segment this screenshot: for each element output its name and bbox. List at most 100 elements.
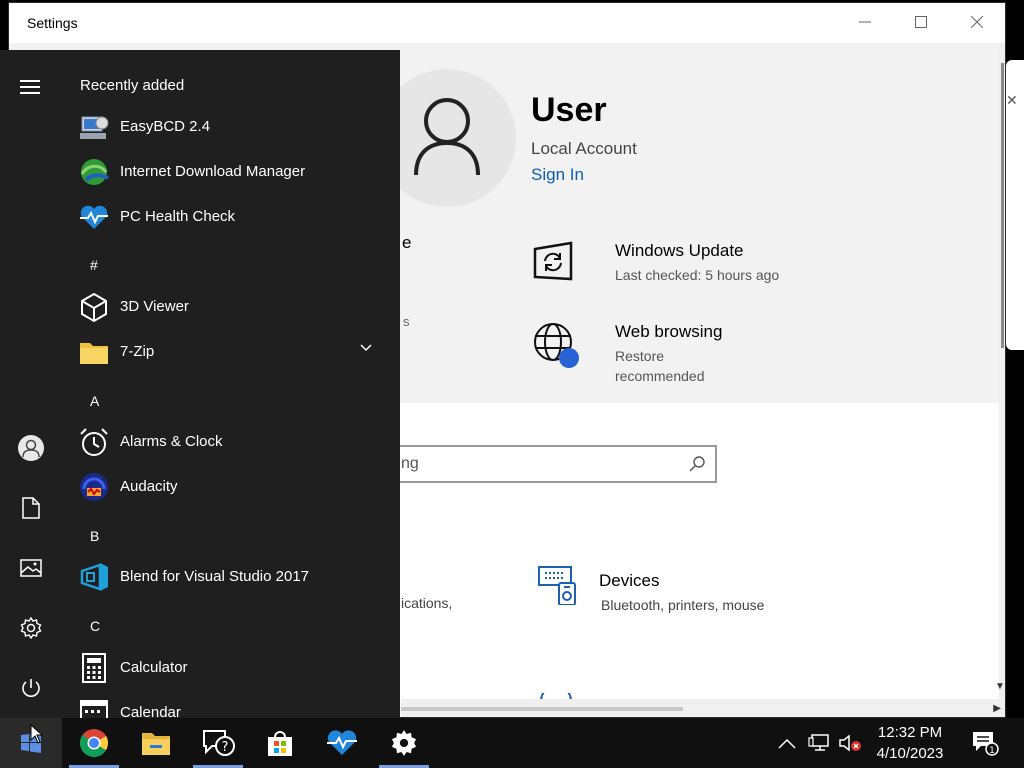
sign-in-link[interactable]: Sign In <box>531 165 584 185</box>
folder-icon <box>80 343 108 364</box>
minimize-icon <box>859 21 871 23</box>
app-calculator[interactable]: Calculator <box>78 648 388 688</box>
document-icon <box>22 497 40 519</box>
vertical-scroll-thumb[interactable] <box>1001 63 1004 348</box>
settings-button[interactable] <box>16 613 46 643</box>
app-label: Audacity <box>120 478 178 495</box>
clock-date: 4/10/2023 <box>876 745 944 762</box>
app-label: EasyBCD 2.4 <box>120 118 211 135</box>
app-internet-download-manager[interactable]: Internet Download Manager <box>78 152 388 192</box>
user-name: User <box>531 91 607 129</box>
svg-text:?: ? <box>222 740 229 755</box>
network-icon[interactable] <box>808 734 830 752</box>
devices-sub: Bluetooth, printers, mouse <box>601 597 765 613</box>
app-calendar[interactable]: Calendar <box>78 693 388 718</box>
app-pc-health-check[interactable]: PC Health Check <box>78 197 388 237</box>
partial-text-e: e <box>402 233 412 252</box>
app-3d-viewer[interactable]: 3D Viewer <box>78 287 388 327</box>
taskbar-settings[interactable] <box>375 718 433 768</box>
taskbar-clock[interactable]: 12:32 PM 4/10/2023 <box>862 722 958 764</box>
mouse-cursor-icon <box>30 724 44 744</box>
account-button[interactable] <box>16 433 46 463</box>
maximize-icon <box>915 16 927 28</box>
close-icon <box>970 15 984 29</box>
app-label: Alarms & Clock <box>120 433 223 450</box>
minimize-button[interactable] <box>837 3 893 43</box>
account-type: Local Account <box>531 139 637 158</box>
chrome-icon <box>80 729 108 757</box>
taskbar-get-help[interactable]: ? <box>189 718 247 768</box>
title-bar[interactable]: Settings <box>9 3 1005 43</box>
clock-time: 12:32 PM <box>877 724 943 741</box>
close-icon: ✕ <box>1006 92 1018 108</box>
windows-update-icon <box>533 241 573 281</box>
web-browsing-heading: Web browsing <box>615 322 723 341</box>
blend-icon <box>80 563 108 591</box>
app-easybcd[interactable]: EasyBCD 2.4 <box>78 107 388 147</box>
gear-icon <box>20 617 42 639</box>
start-rail <box>0 50 62 718</box>
calculator-icon <box>82 653 106 683</box>
taskbar: ? 12:32 PM 4/10/2023 1 <box>0 718 1024 768</box>
taskbar-pc-health-check[interactable] <box>313 718 371 768</box>
settings-search-box[interactable] <box>389 445 717 483</box>
app-label: 7-Zip <box>120 343 155 360</box>
search-icon <box>689 456 705 472</box>
app-label: Calendar <box>120 704 181 718</box>
close-button[interactable] <box>949 3 1005 43</box>
horizontal-scroll-thumb[interactable] <box>401 707 683 711</box>
recently-added-heading: Recently added <box>80 77 185 94</box>
vertical-scrollbar[interactable] <box>999 43 1005 699</box>
pictures-button[interactable] <box>16 553 46 583</box>
notification-count: 1 <box>989 746 995 756</box>
background-window-edge: ✕ <box>1006 0 1024 718</box>
web-browsing-sub: Restore recommended <box>615 348 705 384</box>
pc-health-check-icon <box>80 205 108 229</box>
microsoft-store-icon <box>268 731 292 756</box>
chevron-down-icon <box>360 344 372 352</box>
devices-icon <box>538 566 576 606</box>
windows-update-heading: Windows Update <box>615 241 744 260</box>
avatar <box>18 435 44 461</box>
app-audacity[interactable]: Audacity <box>78 467 388 507</box>
file-explorer-icon <box>142 733 170 755</box>
action-center-button[interactable]: 1 <box>960 718 1010 768</box>
scroll-right-arrow[interactable]: ▶ <box>993 703 1001 714</box>
taskbar-file-explorer[interactable] <box>127 718 185 768</box>
letter-header-b[interactable]: B <box>90 528 99 544</box>
cube-icon <box>81 292 107 323</box>
alarm-clock-icon <box>80 428 108 456</box>
settings-gear-icon <box>391 730 417 756</box>
app-blend-for-visual-studio[interactable]: Blend for Visual Studio 2017 <box>78 557 388 597</box>
get-help-icon: ? <box>203 730 235 756</box>
system-tray <box>778 718 862 768</box>
hamburger-menu-icon[interactable] <box>20 80 40 98</box>
notification-icon: 1 <box>973 732 999 756</box>
app-7-zip[interactable]: 7-Zip <box>78 332 388 372</box>
partial-text-applications: ications, <box>401 595 453 611</box>
pc-health-check-icon <box>327 730 357 755</box>
power-button[interactable] <box>16 673 46 703</box>
documents-button[interactable] <box>16 493 46 523</box>
horizontal-scrollbar[interactable]: ▶ <box>401 699 1005 717</box>
scroll-down-arrow[interactable]: ▼ <box>995 681 1005 692</box>
app-label: Blend for Visual Studio 2017 <box>120 568 310 585</box>
person-icon <box>414 98 480 176</box>
chevron-up-icon[interactable] <box>778 737 796 749</box>
letter-header-hash[interactable]: # <box>90 257 98 273</box>
letter-header-a[interactable]: A <box>90 393 99 409</box>
picture-icon <box>20 559 42 577</box>
devices-category[interactable]: Devices Bluetooth, printers, mouse <box>537 565 764 613</box>
calendar-icon <box>80 700 108 718</box>
devices-heading: Devices <box>599 571 660 590</box>
maximize-button[interactable] <box>893 3 949 43</box>
volume-muted-icon[interactable] <box>838 734 862 752</box>
app-label: 3D Viewer <box>120 298 189 315</box>
app-label: PC Health Check <box>120 208 236 225</box>
taskbar-microsoft-store[interactable] <box>251 718 309 768</box>
audacity-icon <box>80 473 108 501</box>
app-alarms-clock[interactable]: Alarms & Clock <box>78 422 388 462</box>
search-input[interactable] <box>401 453 661 475</box>
letter-header-c[interactable]: C <box>90 618 100 634</box>
taskbar-chrome[interactable] <box>65 718 123 768</box>
